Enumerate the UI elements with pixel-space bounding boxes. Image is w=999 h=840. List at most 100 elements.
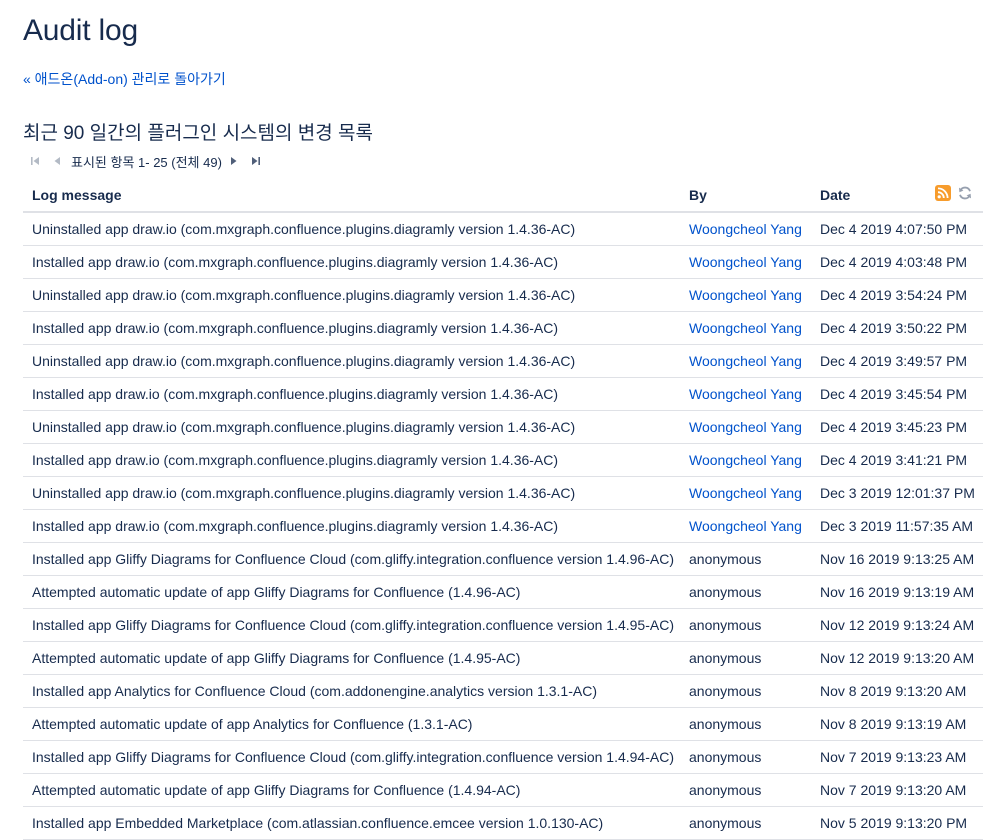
- pagination-status: 표시된 항목 1- 25 (전체 49): [71, 154, 222, 170]
- date-cell: Dec 4 2019 4:03:48 PM: [811, 245, 983, 279]
- user-name-text: anonymous: [689, 782, 762, 798]
- log-message-cell: Attempted automatic update of app Gliffy…: [23, 641, 680, 675]
- user-profile-link[interactable]: Woongcheol Yang: [689, 353, 802, 369]
- date-cell: Dec 3 2019 11:57:35 AM: [811, 509, 983, 543]
- by-cell: anonymous: [680, 707, 811, 741]
- log-message-cell: Uninstalled app draw.io (com.mxgraph.con…: [23, 212, 680, 246]
- last-page-icon[interactable]: [248, 153, 264, 169]
- date-cell: Dec 4 2019 3:54:24 PM: [811, 278, 983, 312]
- next-page-icon[interactable]: [226, 153, 242, 169]
- date-cell: Dec 4 2019 3:41:21 PM: [811, 443, 983, 477]
- user-name-text: anonymous: [689, 650, 762, 666]
- log-message-cell: Installed app Analytics for Confluence C…: [23, 674, 680, 708]
- by-cell: anonymous: [680, 674, 811, 708]
- date-cell: Dec 4 2019 4:07:50 PM: [811, 212, 983, 246]
- date-cell: Dec 4 2019 3:49:57 PM: [811, 344, 983, 378]
- section-subtitle: 최근 90 일간의 플러그인 시스템의 변경 목록: [23, 123, 373, 144]
- user-profile-link[interactable]: Woongcheol Yang: [689, 287, 802, 303]
- user-profile-link[interactable]: Woongcheol Yang: [689, 518, 802, 534]
- log-message-cell: Installed app Gliffy Diagrams for Conflu…: [23, 542, 680, 576]
- table-row: Installed app draw.io (com.mxgraph.confl…: [23, 443, 983, 477]
- by-cell: anonymous: [680, 608, 811, 642]
- table-row: Installed app Embedded Marketplace (com.…: [23, 806, 983, 840]
- date-cell: Nov 8 2019 9:13:19 AM: [811, 707, 983, 741]
- user-name-text: anonymous: [689, 683, 762, 699]
- user-name-text: anonymous: [689, 617, 762, 633]
- column-header-date: Date: [820, 187, 851, 203]
- log-message-cell: Installed app Gliffy Diagrams for Conflu…: [23, 740, 680, 774]
- table-row: Installed app draw.io (com.mxgraph.confl…: [23, 311, 983, 345]
- table-row: Installed app draw.io (com.mxgraph.confl…: [23, 509, 983, 543]
- column-header-date-cell: Date: [811, 179, 983, 213]
- first-page-icon[interactable]: [27, 153, 43, 169]
- log-message-cell: Installed app draw.io (com.mxgraph.confl…: [23, 245, 680, 279]
- table-row: Installed app Analytics for Confluence C…: [23, 674, 983, 708]
- date-cell: Nov 16 2019 9:13:25 AM: [811, 542, 983, 576]
- log-message-cell: Uninstalled app draw.io (com.mxgraph.con…: [23, 344, 680, 378]
- user-name-text: anonymous: [689, 716, 762, 732]
- table-row: Installed app Gliffy Diagrams for Conflu…: [23, 608, 983, 642]
- by-cell: Woongcheol Yang: [680, 278, 811, 312]
- user-profile-link[interactable]: Woongcheol Yang: [689, 320, 802, 336]
- user-name-text: anonymous: [689, 749, 762, 765]
- table-row: Attempted automatic update of app Gliffy…: [23, 575, 983, 609]
- log-message-cell: Attempted automatic update of app Gliffy…: [23, 773, 680, 807]
- by-cell: anonymous: [680, 806, 811, 840]
- date-cell: Nov 12 2019 9:13:24 AM: [811, 608, 983, 642]
- table-header-row: Log message By Date: [23, 179, 983, 213]
- date-cell: Dec 4 2019 3:50:22 PM: [811, 311, 983, 345]
- date-cell: Nov 8 2019 9:13:20 AM: [811, 674, 983, 708]
- log-message-cell: Attempted automatic update of app Gliffy…: [23, 575, 680, 609]
- table-row: Attempted automatic update of app Analyt…: [23, 707, 983, 741]
- audit-log-rows: Uninstalled app draw.io (com.mxgraph.con…: [23, 212, 983, 840]
- date-cell: Nov 5 2019 9:13:20 PM: [811, 806, 983, 840]
- rss-feed-icon[interactable]: [935, 185, 951, 201]
- table-row: Uninstalled app draw.io (com.mxgraph.con…: [23, 344, 983, 378]
- user-profile-link[interactable]: Woongcheol Yang: [689, 452, 802, 468]
- log-message-cell: Uninstalled app draw.io (com.mxgraph.con…: [23, 410, 680, 444]
- by-cell: anonymous: [680, 542, 811, 576]
- user-profile-link[interactable]: Woongcheol Yang: [689, 221, 802, 237]
- by-cell: Woongcheol Yang: [680, 443, 811, 477]
- date-cell: Dec 4 2019 3:45:54 PM: [811, 377, 983, 411]
- log-message-cell: Uninstalled app draw.io (com.mxgraph.con…: [23, 476, 680, 510]
- by-cell: anonymous: [680, 740, 811, 774]
- log-message-cell: Uninstalled app draw.io (com.mxgraph.con…: [23, 278, 680, 312]
- user-profile-link[interactable]: Woongcheol Yang: [689, 485, 802, 501]
- feed-controls: [935, 185, 973, 201]
- table-row: Uninstalled app draw.io (com.mxgraph.con…: [23, 476, 983, 510]
- back-to-addon-management-link[interactable]: « 애드온(Add-on) 관리로 돌아가기: [23, 69, 226, 89]
- date-cell: Dec 3 2019 12:01:37 PM: [811, 476, 983, 510]
- table-row: Uninstalled app draw.io (com.mxgraph.con…: [23, 410, 983, 444]
- table-row: Uninstalled app draw.io (com.mxgraph.con…: [23, 212, 983, 246]
- user-name-text: anonymous: [689, 551, 762, 567]
- by-cell: Woongcheol Yang: [680, 212, 811, 246]
- table-row: Installed app Gliffy Diagrams for Conflu…: [23, 740, 983, 774]
- table-row: Uninstalled app draw.io (com.mxgraph.con…: [23, 278, 983, 312]
- by-cell: Woongcheol Yang: [680, 476, 811, 510]
- log-message-cell: Installed app draw.io (com.mxgraph.confl…: [23, 509, 680, 543]
- pagination: 표시된 항목 1- 25 (전체 49): [27, 150, 270, 172]
- by-cell: Woongcheol Yang: [680, 509, 811, 543]
- log-message-cell: Installed app draw.io (com.mxgraph.confl…: [23, 377, 680, 411]
- user-profile-link[interactable]: Woongcheol Yang: [689, 254, 802, 270]
- audit-log-table: Log message By Date Uninstalled app draw…: [23, 179, 983, 840]
- by-cell: Woongcheol Yang: [680, 311, 811, 345]
- table-row: Installed app Gliffy Diagrams for Conflu…: [23, 542, 983, 576]
- by-cell: Woongcheol Yang: [680, 344, 811, 378]
- column-header-by: By: [680, 179, 811, 213]
- by-cell: anonymous: [680, 575, 811, 609]
- by-cell: Woongcheol Yang: [680, 410, 811, 444]
- by-cell: Woongcheol Yang: [680, 245, 811, 279]
- by-cell: anonymous: [680, 641, 811, 675]
- by-cell: Woongcheol Yang: [680, 377, 811, 411]
- date-cell: Nov 16 2019 9:13:19 AM: [811, 575, 983, 609]
- user-profile-link[interactable]: Woongcheol Yang: [689, 419, 802, 435]
- previous-page-icon[interactable]: [49, 153, 65, 169]
- date-cell: Nov 7 2019 9:13:23 AM: [811, 740, 983, 774]
- log-message-cell: Installed app Gliffy Diagrams for Conflu…: [23, 608, 680, 642]
- date-cell: Nov 7 2019 9:13:20 AM: [811, 773, 983, 807]
- table-row: Attempted automatic update of app Gliffy…: [23, 773, 983, 807]
- user-profile-link[interactable]: Woongcheol Yang: [689, 386, 802, 402]
- refresh-icon[interactable]: [957, 185, 973, 201]
